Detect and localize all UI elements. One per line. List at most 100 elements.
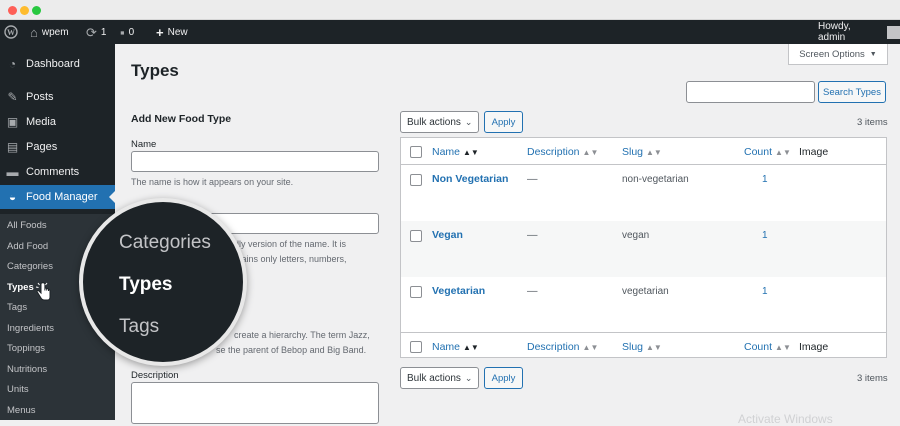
apply-button-bottom[interactable]: Apply — [484, 367, 523, 389]
new-label: New — [167, 26, 188, 38]
bulk-actions-select-top[interactable]: Bulk actions ⌄ — [400, 111, 479, 133]
description-textarea[interactable] — [131, 382, 379, 424]
maximize-window-dot[interactable] — [32, 6, 41, 15]
sidebar-item-posts[interactable]: ✎ Posts — [0, 85, 115, 109]
site-home-link[interactable]: ⌂ wpem — [30, 20, 69, 44]
caret-down-icon: ▼ — [869, 50, 877, 58]
avatar — [887, 25, 900, 39]
sidebar-item-media[interactable]: ▣ Media — [0, 110, 115, 134]
new-content-link[interactable]: + New — [156, 20, 188, 44]
term-count-link[interactable]: 1 — [762, 230, 768, 241]
column-header-slug[interactable]: Slug ▲▼ — [622, 146, 662, 158]
column-footer-count[interactable]: Count ▲▼ — [744, 341, 791, 353]
parent-help-line-2: se the parent of Bebop and Big Band. — [216, 345, 367, 355]
zoom-callout: Categories Types Tags — [79, 198, 247, 366]
term-name-link[interactable]: Vegetarian — [432, 285, 485, 297]
table-header-row: Name ▲▼ Description ▲▼ Slug ▲▼ Count ▲▼ Imag… — [401, 138, 886, 165]
search-types-button[interactable]: Search Types — [818, 81, 886, 103]
submenu-nutritions[interactable]: Nutritions — [7, 364, 47, 375]
header-label: Slug — [622, 146, 644, 158]
column-footer-description[interactable]: Description ▲▼ — [527, 341, 598, 353]
food-manager-icon: ◒ — [8, 190, 17, 204]
close-window-dot[interactable] — [8, 6, 17, 15]
term-name-link[interactable]: Non Vegetarian — [432, 173, 508, 185]
submenu-categories[interactable]: Categories — [7, 261, 53, 272]
zoom-item-types: Types — [119, 274, 173, 295]
column-footer-name[interactable]: Name ▲▼ — [432, 341, 479, 353]
sort-icon: ▲▼ — [646, 343, 662, 352]
sidebar-item-dashboard[interactable]: ◔ Dashboard — [0, 52, 115, 76]
search-input[interactable] — [686, 81, 815, 103]
screen-options-button[interactable]: Screen Options ▼ — [788, 44, 888, 65]
screen-options-label: Screen Options — [799, 48, 865, 60]
sidebar-item-food-manager[interactable]: ◒ Food Manager — [0, 185, 115, 209]
admin-bar: W ⌂ wpem ⟳ 1 ▪ 0 + New Howdy, admin — [0, 20, 900, 44]
chevron-down-icon: ⌄ — [464, 116, 473, 127]
term-slug: non-vegetarian — [622, 174, 689, 185]
sidebar-item-label: Comments — [26, 166, 80, 178]
row-checkbox[interactable] — [410, 230, 422, 242]
sidebar-item-label: Dashboard — [26, 58, 80, 70]
home-icon: ⌂ — [30, 24, 38, 40]
header-label: Description — [527, 341, 580, 353]
column-header-description[interactable]: Description ▲▼ — [527, 146, 598, 158]
wordpress-logo[interactable]: W — [4, 20, 18, 44]
types-table: Name ▲▼ Description ▲▼ Slug ▲▼ Count ▲▼ Imag… — [400, 137, 887, 358]
submenu-add-food[interactable]: Add Food — [7, 241, 48, 252]
bulk-actions-value: Bulk actions — [407, 116, 461, 128]
zoom-item-categories: Categories — [119, 232, 211, 253]
name-help-text: The name is how it appears on your site. — [131, 177, 294, 187]
bulk-actions-value: Bulk actions — [407, 372, 461, 384]
submenu-all-foods[interactable]: All Foods — [7, 220, 47, 231]
table-row: Non Vegetarian — non-vegetarian 1 — [401, 165, 886, 221]
select-all-checkbox-bottom[interactable] — [410, 341, 422, 353]
apply-button-top[interactable]: Apply — [484, 111, 523, 133]
plus-icon: + — [156, 24, 164, 40]
term-name-link[interactable]: Vegan — [432, 229, 463, 241]
select-all-checkbox[interactable] — [410, 146, 422, 158]
updates-icon: ⟳ — [86, 24, 97, 40]
header-label: Name — [432, 341, 461, 353]
header-label: Count — [744, 341, 773, 353]
name-label: Name — [131, 139, 157, 150]
greeting: Howdy, admin — [818, 21, 851, 43]
term-count-link[interactable]: 1 — [762, 286, 768, 297]
column-footer-slug[interactable]: Slug ▲▼ — [622, 341, 662, 353]
submenu-types[interactable]: Types — [7, 282, 34, 293]
main-content: Screen Options ▼ Types Add New Food Type… — [115, 44, 900, 426]
updates-link[interactable]: ⟳ 1 — [86, 20, 106, 44]
submenu-tags[interactable]: Tags — [7, 302, 27, 313]
comments-count: 0 — [128, 26, 135, 38]
sort-icon: ▲▼ — [582, 148, 599, 157]
submenu-menus[interactable]: Menus — [7, 405, 36, 416]
my-account[interactable]: Howdy, admin — [818, 20, 900, 44]
sidebar-item-comments[interactable]: ▬ Comments — [0, 160, 115, 184]
comments-link[interactable]: ▪ 0 — [120, 20, 134, 44]
chevron-down-icon: ⌄ — [464, 372, 473, 383]
activate-windows-watermark: Activate Windows — [738, 412, 833, 426]
submenu-units[interactable]: Units — [7, 384, 29, 395]
page-icon: ▤ — [6, 140, 19, 154]
sidebar-item-pages[interactable]: ▤ Pages — [0, 135, 115, 159]
bulk-actions-select-bottom[interactable]: Bulk actions ⌄ — [400, 367, 479, 389]
term-count-link[interactable]: 1 — [762, 174, 768, 185]
submenu-ingredients[interactable]: Ingredients — [7, 323, 54, 334]
header-label: Description — [527, 146, 580, 158]
minimize-window-dot[interactable] — [20, 6, 29, 15]
site-name: wpem — [41, 26, 69, 38]
header-label: Count — [744, 146, 773, 158]
browser-titlebar — [0, 0, 900, 20]
wordpress-logo-icon: W — [4, 25, 18, 39]
row-checkbox[interactable] — [410, 286, 422, 298]
name-input[interactable] — [131, 151, 379, 172]
sort-icon: ▲▼ — [463, 148, 479, 157]
column-header-name[interactable]: Name ▲▼ — [432, 146, 479, 158]
row-checkbox[interactable] — [410, 174, 422, 186]
term-description: — — [527, 173, 538, 185]
submenu-toppings[interactable]: Toppings — [7, 343, 45, 354]
table-footer-row: Name ▲▼ Description ▲▼ Slug ▲▼ Count ▲▼ Imag… — [401, 332, 886, 359]
item-count-bottom: 3 items — [857, 373, 888, 384]
column-header-count[interactable]: Count ▲▼ — [744, 146, 791, 158]
comment-icon: ▬ — [6, 165, 19, 179]
sort-icon: ▲▼ — [582, 343, 599, 352]
